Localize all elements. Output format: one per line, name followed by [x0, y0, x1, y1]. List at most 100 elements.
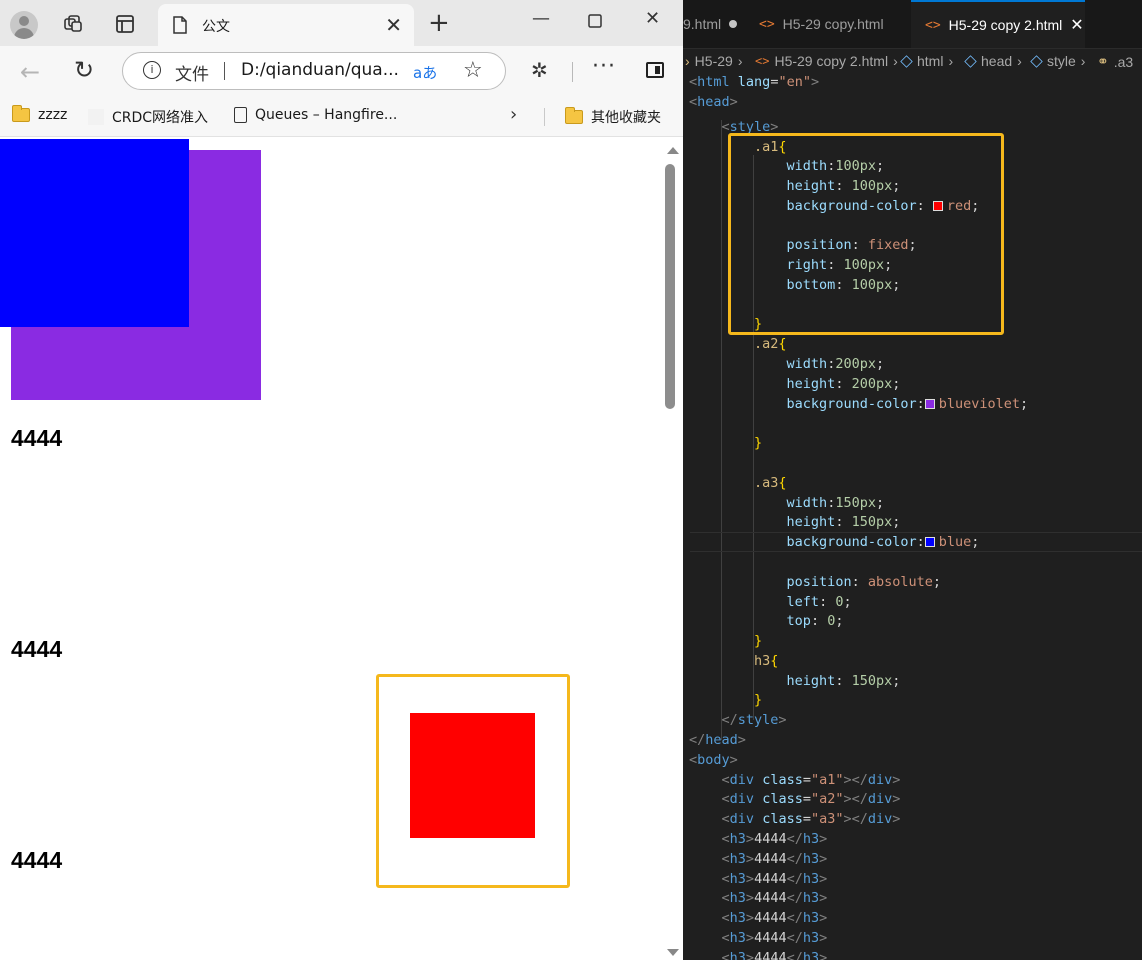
code-line: width:150px; [786, 495, 885, 511]
tab-close-icon[interactable]: ✕ [1070, 15, 1083, 35]
breadcrumb-file[interactable]: <> H5-29 copy 2.html › [755, 53, 898, 69]
page-icon [234, 107, 247, 123]
editor-tab-bar: 9.html <> H5-29 copy.html <> H5-29 copy … [683, 0, 1142, 49]
code-line: <h3>4444</h3> [721, 930, 828, 946]
close-window-icon[interactable]: ✕ [645, 8, 660, 29]
bookmark-hangfire[interactable]: Queues – Hangfire... [234, 107, 397, 123]
workspaces-icon[interactable] [60, 11, 86, 37]
code-line: h3{ [754, 653, 779, 669]
scroll-down-arrow-icon[interactable] [667, 949, 679, 956]
sidebar-toggle-icon[interactable] [646, 62, 664, 78]
breadcrumb-style[interactable]: style › [1030, 53, 1085, 69]
breadcrumb-head[interactable]: head › [964, 53, 1022, 69]
tab-close-icon[interactable]: ✕ [385, 13, 402, 37]
code-line: </style> [721, 712, 787, 728]
folder-icon [565, 107, 583, 124]
page-icon [172, 16, 188, 38]
code-line: background-color: blueviolet; [786, 396, 1029, 412]
tab-active[interactable]: 公文 ✕ [158, 4, 414, 46]
maximize-icon[interactable] [588, 12, 602, 33]
editor-tab-copy-2[interactable]: <> H5-29 copy 2.html ✕ [911, 0, 1085, 48]
element-icon [964, 54, 977, 68]
element-icon [1030, 54, 1043, 68]
html-file-icon: <> [755, 54, 770, 68]
tab-strip: 公文 ✕ + — ✕ [0, 0, 683, 46]
bookmark-crdc[interactable]: CRDC网络准入 [88, 107, 208, 127]
code-line: <html lang="en"> [689, 74, 820, 90]
page-scrollbar[interactable] [663, 139, 683, 960]
extensions-icon[interactable]: ✲ [531, 58, 548, 82]
back-icon[interactable]: ← [20, 58, 40, 86]
site-favicon-icon [88, 109, 104, 125]
code-line: .a3{ [754, 475, 787, 491]
code-line: <h3>4444</h3> [721, 831, 828, 847]
code-line: } [754, 435, 763, 451]
editor-tab-copy[interactable]: <> H5-29 copy.html [759, 0, 884, 48]
code-line: <body> [689, 752, 738, 768]
code-line: position: absolute; [786, 574, 942, 590]
code-line: height: 150px; [786, 673, 901, 689]
code-line: <h3>4444</h3> [721, 910, 828, 926]
current-line-highlight [690, 532, 1142, 552]
html-file-icon: <> [759, 16, 775, 32]
selector-icon: ⚭ [1097, 53, 1109, 69]
page-viewport: 4444 4444 4444 [0, 139, 663, 960]
code-line: } [754, 633, 763, 649]
code-line: height: 150px; [786, 514, 901, 530]
code-line: <div class="a3"></div> [721, 811, 901, 827]
browser-toolbar: ← ↻ i 文件 D:/qianduan/qua... aあ ☆ ✲ ··· [0, 46, 683, 98]
code-line: } [754, 692, 763, 708]
box-a1-red [410, 713, 535, 838]
info-icon[interactable]: i [143, 61, 161, 79]
code-line: <head> [689, 94, 738, 110]
reload-icon[interactable]: ↻ [74, 56, 94, 84]
minimize-icon[interactable]: — [532, 8, 550, 29]
browser-window: 公文 ✕ + — ✕ ← ↻ i 文件 D:/qianduan/qua... a… [0, 0, 683, 960]
bookmarks-bar: zzzz CRDC网络准入 Queues – Hangfire... › 其他收… [0, 98, 683, 137]
new-tab-icon[interactable]: + [428, 8, 450, 38]
code-line: height: 200px; [786, 376, 901, 392]
breadcrumb-html[interactable]: html › [900, 53, 953, 69]
code-line: <h3>4444</h3> [721, 950, 828, 960]
code-line: width:200px; [786, 356, 885, 372]
breadcrumb-selector[interactable]: ⚭ .a3 [1097, 53, 1133, 70]
toolbar-divider [572, 62, 573, 82]
code-line: left: 0; [786, 594, 852, 610]
annotation-highlight-frame [728, 133, 1004, 335]
modified-dot-icon [729, 20, 738, 28]
bookmark-other-favorites[interactable]: 其他收藏夹 [565, 107, 661, 127]
box-a3-blue [0, 139, 189, 327]
breadcrumb-folder[interactable]: › H5-29 › [685, 53, 742, 69]
code-line: <h3>4444</h3> [721, 871, 828, 887]
code-line: .a2{ [754, 336, 787, 352]
code-line: </head> [689, 732, 746, 748]
bookmark-zzzz[interactable]: zzzz [12, 105, 67, 123]
address-bar[interactable]: i 文件 D:/qianduan/qua... aあ ☆ [122, 52, 506, 90]
element-icon [900, 54, 913, 68]
scroll-up-arrow-icon[interactable] [667, 147, 679, 154]
address-url[interactable]: D:/qianduan/qua... [241, 60, 399, 80]
code-line: <div class="a2"></div> [721, 791, 901, 807]
heading-4444: 4444 [11, 425, 63, 451]
tab-title: 公文 [202, 19, 230, 35]
heading-4444: 4444 [11, 847, 63, 873]
scrollbar-thumb[interactable] [665, 164, 675, 409]
address-divider [224, 62, 225, 80]
address-scheme-label: 文件 [175, 65, 209, 85]
breadcrumb: › H5-29 › <> H5-29 copy 2.html › html › head ›… [683, 50, 1142, 74]
color-swatch-icon[interactable] [924, 399, 935, 409]
folder-icon [12, 105, 30, 122]
more-menu-icon[interactable]: ··· [592, 54, 616, 79]
html-file-icon: <> [925, 17, 941, 33]
read-aloud-icon[interactable]: aあ [413, 62, 437, 83]
favorite-star-icon[interactable]: ☆ [463, 58, 483, 83]
heading-4444: 4444 [11, 636, 63, 662]
code-line: <div class="a1"></div> [721, 772, 901, 788]
bookmarks-overflow-chevron-icon[interactable]: › [510, 104, 517, 125]
vertical-tabs-icon[interactable] [112, 11, 138, 37]
editor-tab-h5-29[interactable]: 9.html [683, 0, 747, 48]
code-line: top: 0; [786, 613, 844, 629]
code-line: <h3>4444</h3> [721, 890, 828, 906]
profile-avatar-icon[interactable] [10, 11, 38, 39]
code-line: <h3>4444</h3> [721, 851, 828, 867]
